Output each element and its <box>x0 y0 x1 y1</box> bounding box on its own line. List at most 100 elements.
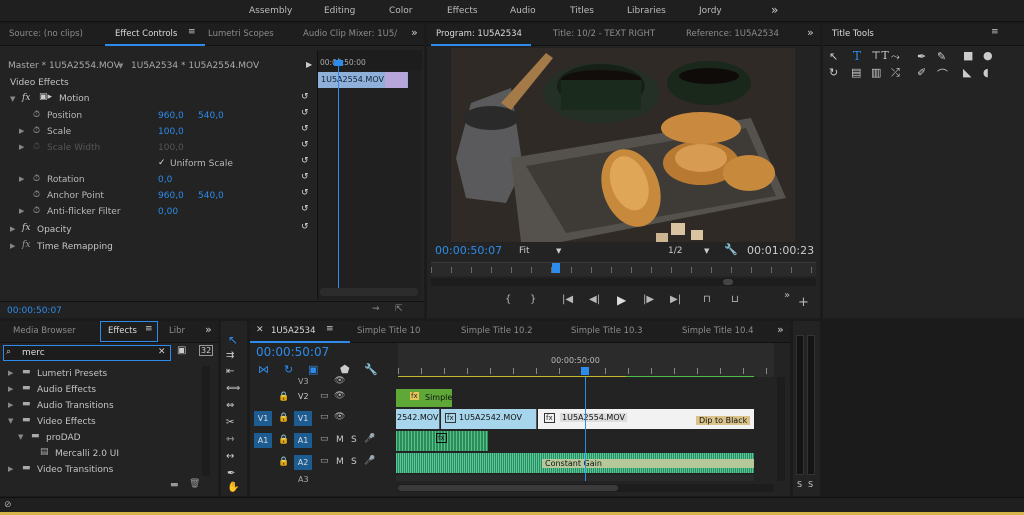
tab-program[interactable]: Program: 1U5A2534 <box>436 29 522 39</box>
clear-search-icon[interactable]: ✕ <box>158 347 166 357</box>
lock-icon[interactable]: 🔒 <box>278 413 289 423</box>
stopwatch-icon[interactable]: ⏱ <box>33 190 40 200</box>
stopwatch-icon[interactable]: ⏱ <box>33 174 40 184</box>
a1-clip-a[interactable]: fx <box>396 431 488 451</box>
32-bit-effects-icon[interactable]: 32 <box>199 345 214 356</box>
workspace-effects[interactable]: Effects <box>447 6 478 16</box>
program-video-frame[interactable] <box>451 48 795 242</box>
tree-item[interactable]: ▼ ▬ proDAD <box>0 430 210 446</box>
sync-lock-icon[interactable]: ▭ <box>320 391 329 401</box>
sequence-clip-label[interactable]: 1U5A2534 * 1U5A2554.MOV <box>131 61 259 71</box>
tree-item[interactable]: ▶ ▬ Lumetri Presets <box>0 366 210 382</box>
stopwatch-icon[interactable]: ⏱ <box>33 206 40 216</box>
expand-icon[interactable]: ▶ <box>8 369 13 377</box>
visibility-eye-icon[interactable]: 👁 <box>334 391 345 401</box>
visibility-eye-icon[interactable]: 👁 <box>334 376 345 386</box>
position-x-value[interactable]: 960,0 <box>158 111 184 121</box>
fit-dropdown[interactable]: Fit <box>519 246 530 256</box>
vertical-type-tool-icon[interactable]: ⊤T <box>871 49 889 62</box>
timeline-settings-wrench-icon[interactable]: 🔧 <box>364 363 378 376</box>
tree-item[interactable]: ▼ ▬ Video Effects <box>0 414 210 430</box>
solo-icon[interactable]: S <box>351 435 357 445</box>
panel-menu-icon[interactable]: ≡ <box>991 27 999 37</box>
pen-tool-icon[interactable]: ✒ <box>917 50 926 63</box>
program-timecode[interactable]: 00:00:50:07 <box>435 244 502 257</box>
tab-menu-icon[interactable]: ≡ <box>326 324 334 334</box>
reset-icon[interactable]: ↺ <box>301 156 309 166</box>
anchor-y-value[interactable]: 540,0 <box>198 191 224 201</box>
track-target-v1[interactable]: V1 <box>294 411 312 426</box>
linked-selection-icon[interactable]: ↻ <box>284 363 293 376</box>
background-render-icon[interactable]: ⊘ <box>4 500 12 510</box>
program-zoom-bar[interactable] <box>431 278 816 286</box>
tree-item[interactable]: ▶ ▬ Audio Transitions <box>0 398 210 414</box>
insert-icon[interactable]: ⊓ <box>703 294 711 305</box>
rectangle-tool-icon[interactable]: ■ <box>963 49 973 62</box>
lock-icon[interactable]: 🔒 <box>278 435 289 445</box>
tab-reference[interactable]: Reference: 1U5A2534 <box>686 29 779 39</box>
tab-overflow-icon[interactable]: » <box>777 323 784 336</box>
sync-lock-icon[interactable]: ▭ <box>320 412 329 422</box>
v1-clip-a[interactable]: 2542.MOV <box>396 409 440 429</box>
close-icon[interactable]: ✕ <box>256 325 264 335</box>
tab-simple-title-10-3[interactable]: Simple Title 10.3 <box>571 326 643 336</box>
workspace-editing[interactable]: Editing <box>324 6 355 16</box>
tree-item[interactable]: ▶ ▬ Audio Effects <box>0 382 210 398</box>
v1-clip-c[interactable]: fx 1U5A2554.MOV Dip to Black <box>538 409 754 429</box>
lock-icon[interactable]: 🔒 <box>278 457 289 467</box>
rate-stretch-tool-icon[interactable]: ⇔ <box>226 400 234 411</box>
reset-icon[interactable]: ↺ <box>301 124 309 134</box>
motion-expand-icon[interactable]: ▼ <box>10 95 15 103</box>
reset-icon[interactable]: ↺ <box>301 92 309 102</box>
source-patch-a1[interactable]: A1 <box>254 433 272 448</box>
marker-icon[interactable]: ⬟ <box>340 363 350 376</box>
ec-settings-icon[interactable]: ⇱ <box>395 304 403 314</box>
tab-sequence[interactable]: 1U5A2534 <box>271 326 315 336</box>
expand-icon[interactable]: ▶ <box>10 225 15 233</box>
ripple-edit-tool-icon[interactable]: ⇤ <box>226 366 234 377</box>
expand-icon[interactable]: ▶ <box>19 207 24 215</box>
go-to-in-icon[interactable]: |◀ <box>562 294 573 305</box>
timeline-timecode[interactable]: 00:00:50:07 <box>256 345 329 359</box>
type-tool-icon[interactable]: T <box>853 49 861 63</box>
rolling-edit-tool-icon[interactable]: ⟺ <box>226 383 240 394</box>
mark-in-icon[interactable]: { <box>505 294 511 305</box>
stopwatch-icon[interactable]: ⏱ <box>33 126 40 136</box>
razor-tool-icon[interactable]: ✂ <box>226 417 234 428</box>
delete-anchor-tool-icon[interactable]: ✐ <box>917 66 926 79</box>
source-patch-v1[interactable]: V1 <box>254 411 272 426</box>
fx-icon[interactable]: fx <box>22 93 30 103</box>
delete-icon[interactable]: 🗑 <box>189 479 200 489</box>
reset-icon[interactable]: ↺ <box>301 140 309 150</box>
tab-menu-icon[interactable]: ≡ <box>188 27 196 37</box>
v2-title-clip[interactable]: fx Simple <box>396 389 452 407</box>
tab-overflow-icon[interactable]: » <box>205 323 212 336</box>
wrench-icon[interactable]: 🔧 <box>724 243 738 256</box>
go-to-out-icon[interactable]: ▶| <box>670 294 681 305</box>
accelerated-effects-icon[interactable]: ▣ <box>177 345 186 356</box>
mute-icon[interactable]: M <box>336 457 344 467</box>
stopwatch-icon[interactable]: ⏱ <box>33 110 40 120</box>
tab-lumetri-scopes[interactable]: Lumetri Scopes <box>208 29 274 39</box>
visibility-eye-icon[interactable]: 👁 <box>334 412 345 422</box>
a2-clip[interactable]: Constant Gain <box>396 453 754 473</box>
track-target-a1[interactable]: A1 <box>294 433 312 448</box>
opacity-row[interactable]: ▶ fx Opacity ↺ <box>0 222 316 238</box>
pen-tool-icon[interactable]: ✒ <box>227 468 235 479</box>
time-remapping-row[interactable]: ▶ fx Time Remapping <box>0 239 316 255</box>
expand-icon[interactable]: ▶ <box>19 175 24 183</box>
reset-icon[interactable]: ↺ <box>301 108 309 118</box>
sync-lock-icon[interactable]: ▭ <box>320 434 329 444</box>
tab-libraries[interactable]: Libr <box>169 326 185 336</box>
audio-transition-constant-gain[interactable]: Constant Gain <box>542 459 754 468</box>
lock-icon[interactable]: 🔒 <box>278 392 289 402</box>
expand-icon[interactable]: ▶ <box>10 242 15 250</box>
mute-icon[interactable]: M <box>336 435 344 445</box>
collapse-icon[interactable]: ▼ <box>18 433 23 441</box>
arc-tool-icon[interactable]: ◖ <box>983 66 989 79</box>
expand-icon[interactable]: ▶ <box>19 127 24 135</box>
tab-simple-title-10-4[interactable]: Simple Title 10.4 <box>682 326 754 336</box>
mark-out-icon[interactable]: } <box>530 294 536 305</box>
new-bin-icon[interactable]: ▬ <box>170 480 179 490</box>
hand-tool-icon[interactable]: ✋ <box>227 482 239 493</box>
